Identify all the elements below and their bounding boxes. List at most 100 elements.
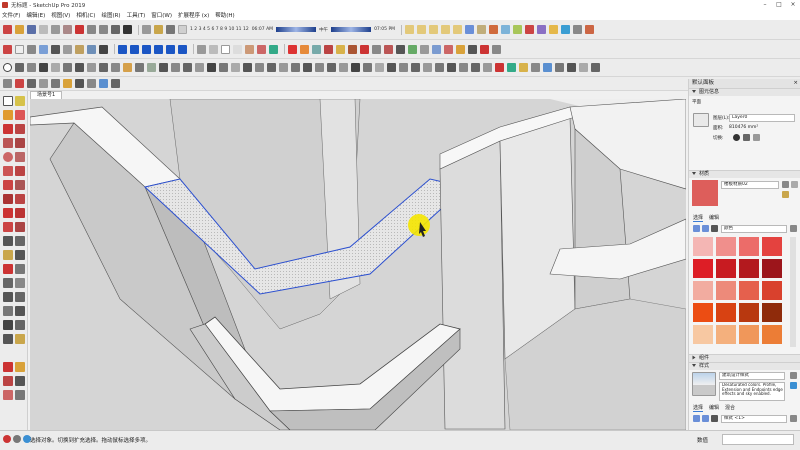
create-material-icon[interactable] — [782, 181, 789, 188]
update-style-icon[interactable] — [790, 382, 797, 389]
xray-icon[interactable] — [197, 44, 206, 54]
section-plane-tool-icon[interactable] — [15, 334, 25, 344]
save-icon[interactable] — [27, 25, 36, 34]
material-swatch[interactable] — [739, 303, 759, 322]
open-file-icon[interactable] — [15, 25, 24, 34]
extension-tool-icon[interactable] — [99, 63, 108, 72]
shaded-textures-icon[interactable] — [257, 44, 266, 54]
follow-me-icon[interactable] — [27, 44, 36, 54]
zoom-extents-icon[interactable] — [3, 306, 13, 316]
extension-tool-icon[interactable] — [51, 63, 60, 72]
styles-details-icon[interactable] — [790, 415, 797, 422]
view-right-icon[interactable] — [154, 44, 163, 54]
extension-tool-icon[interactable] — [387, 63, 396, 72]
paint-bucket-icon[interactable] — [3, 110, 13, 120]
extension-tool-icon[interactable] — [15, 362, 25, 372]
extension-tool-icon[interactable] — [480, 44, 489, 54]
menu-tools[interactable]: 工具(T) — [127, 11, 146, 19]
eraser-icon[interactable] — [15, 110, 25, 120]
line-tool-icon[interactable] — [3, 124, 13, 134]
extension-tool-icon[interactable] — [456, 44, 465, 54]
extension-tool-icon[interactable] — [87, 63, 96, 72]
section-cut-icon[interactable] — [166, 25, 175, 34]
extension-tool-icon[interactable] — [399, 63, 408, 72]
tray-close-icon[interactable]: × — [793, 79, 798, 88]
extension-tool-icon[interactable] — [507, 63, 516, 72]
extension-tool-icon[interactable] — [267, 63, 276, 72]
circle-icon[interactable] — [3, 152, 13, 162]
current-material-swatch[interactable] — [692, 180, 718, 206]
extension-tool-icon[interactable] — [447, 63, 456, 72]
rotate-icon[interactable] — [3, 208, 13, 218]
extension-tool-icon[interactable] — [51, 79, 60, 88]
view-top-icon[interactable] — [130, 44, 139, 54]
layer-select[interactable]: Layer0 — [729, 114, 795, 122]
erase-icon[interactable] — [75, 25, 84, 34]
zoom-window-icon[interactable] — [15, 292, 25, 302]
extension-tool-icon[interactable] — [372, 44, 381, 54]
extension-tool-icon[interactable] — [585, 25, 595, 34]
extension-tool-icon[interactable] — [39, 63, 48, 72]
entity-info-header[interactable]: 图元信息 — [689, 88, 800, 96]
shaded-icon[interactable] — [245, 44, 254, 54]
hidden-geometry-icon[interactable] — [142, 25, 151, 34]
box-primitive-icon[interactable] — [405, 25, 415, 34]
sample-paint-icon[interactable] — [782, 191, 789, 198]
menu-file[interactable]: 文件(F) — [2, 11, 20, 19]
material-swatch[interactable] — [693, 325, 713, 344]
material-swatch[interactable] — [693, 237, 713, 256]
move-icon[interactable] — [3, 194, 13, 204]
extension-tool-icon[interactable] — [561, 25, 571, 34]
material-swatch[interactable] — [716, 259, 736, 278]
material-swatch[interactable] — [739, 259, 759, 278]
material-swatch[interactable] — [716, 281, 736, 300]
extension-tool-icon[interactable] — [408, 44, 417, 54]
material-swatch[interactable] — [693, 303, 713, 322]
select-arrow-icon[interactable] — [3, 96, 13, 106]
shadow-time-slider[interactable] — [276, 27, 317, 32]
three-point-arc-icon[interactable] — [3, 180, 13, 190]
material-swatch[interactable] — [716, 303, 736, 322]
extension-tool-icon[interactable] — [183, 63, 192, 72]
extension-tool-icon[interactable] — [327, 63, 336, 72]
model-info-icon[interactable] — [123, 25, 132, 34]
extension-tool-icon[interactable] — [63, 63, 72, 72]
forward-icon[interactable] — [702, 225, 709, 232]
material-swatch[interactable] — [693, 259, 713, 278]
extension-tool-icon[interactable] — [432, 44, 441, 54]
extension-tool-icon[interactable] — [159, 63, 168, 72]
extension-tool-icon[interactable] — [468, 44, 477, 54]
close-window-button[interactable]: × — [786, 0, 800, 9]
extension-tool-icon[interactable] — [384, 44, 393, 54]
axes-icon[interactable] — [3, 264, 13, 274]
component-icon[interactable] — [3, 44, 12, 54]
extension-tool-icon[interactable] — [339, 63, 348, 72]
cut-icon[interactable] — [39, 25, 48, 34]
wireframe-icon[interactable] — [221, 44, 230, 54]
details-icon[interactable] — [790, 225, 797, 232]
visibility-icon[interactable] — [733, 134, 740, 141]
materials-tab-edit[interactable]: 编辑 — [709, 214, 719, 221]
extension-tool-icon[interactable] — [411, 63, 420, 72]
material-swatch[interactable] — [762, 259, 782, 278]
extension-tool-icon[interactable] — [591, 63, 600, 72]
material-category-select[interactable]: 颜色 — [721, 225, 787, 233]
scale-icon[interactable] — [3, 222, 13, 232]
view-iso-icon[interactable] — [118, 44, 127, 54]
shadows-toggle-icon[interactable] — [178, 25, 187, 34]
extension-tool-icon[interactable] — [123, 63, 132, 72]
undo-icon[interactable] — [87, 25, 96, 34]
freehand-icon[interactable] — [15, 124, 25, 134]
pyramid-primitive-icon[interactable] — [441, 25, 451, 34]
orbit-icon[interactable] — [3, 278, 13, 288]
extension-tool-icon[interactable] — [255, 63, 264, 72]
select-check-icon[interactable] — [3, 63, 12, 72]
extension-tool-icon[interactable] — [171, 63, 180, 72]
credits-icon[interactable] — [13, 435, 21, 443]
intersect-icon[interactable] — [39, 44, 48, 54]
two-point-arc-icon[interactable] — [15, 166, 25, 176]
terrain-icon[interactable] — [477, 25, 487, 34]
extension-tool-icon[interactable] — [135, 63, 144, 72]
material-swatch[interactable] — [739, 325, 759, 344]
print-icon[interactable] — [111, 25, 120, 34]
